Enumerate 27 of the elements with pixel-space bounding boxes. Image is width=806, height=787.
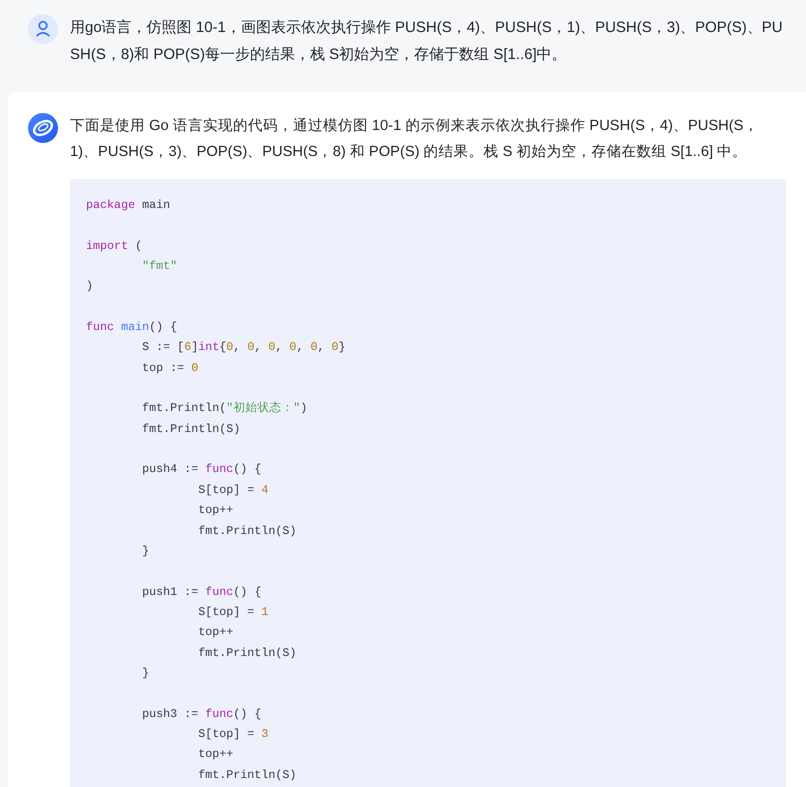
- code-line: top++: [198, 746, 234, 764]
- code-line: }: [142, 664, 150, 682]
- code-line: top++: [198, 502, 234, 520]
- answer-text: 下面是使用 Go 语言实现的代码，通过模仿图 10-1 的示例来表示依次执行操作 PUSH(S，4)、PUSH(S，1)、PUSH(S，3)、POP(S)、PUSH(S，8) 和 POP(S) 的结果。栈 S 初始为空，存储在数组 S[1..6] 中。: [70, 116, 760, 162]
- code-line: ): [86, 278, 94, 296]
- code-line: push1 := func() {: [142, 584, 262, 601]
- code-line: top := 0: [142, 360, 198, 377]
- orbit-logo-icon: [28, 113, 58, 143]
- code-line: "fmt": [142, 258, 178, 276]
- code-line: push3 := func() {: [142, 706, 262, 723]
- code-line: package main: [86, 197, 170, 214]
- code-line: fmt.Println(S): [198, 766, 296, 784]
- code-line: S := [6]int{0, 0, 0, 0, 0, 0}: [142, 339, 346, 356]
- code-line: fmt.Println("初始状态："): [142, 400, 308, 418]
- code-line: top++: [198, 624, 234, 642]
- code-line: }: [142, 542, 150, 560]
- code-line: S[top] = 1: [198, 604, 268, 621]
- code-line: push4 := func() {: [142, 461, 262, 478]
- code-line: import (: [86, 238, 142, 255]
- code-line: fmt.Println(S): [198, 644, 296, 662]
- code-line: S[top] = 3: [198, 726, 268, 743]
- question-text: 用go语言，仿照图 10-1，画图表示依次执行操作 PUSH(S，4)、PUSH(S，1)、PUSH(S，3)、POP(S)、PUSH(S，8)和 POP(S)每一步的结果，栈 S初始为空，存储于数组 S[1..6]中。: [70, 18, 784, 65]
- code-line: S[top] = 4: [198, 482, 268, 499]
- code-line: fmt.Println(S): [198, 522, 296, 540]
- user-avatar-icon: [28, 14, 58, 44]
- code-line: fmt.Println(S): [142, 420, 240, 438]
- code-line: func main() {: [86, 319, 178, 336]
